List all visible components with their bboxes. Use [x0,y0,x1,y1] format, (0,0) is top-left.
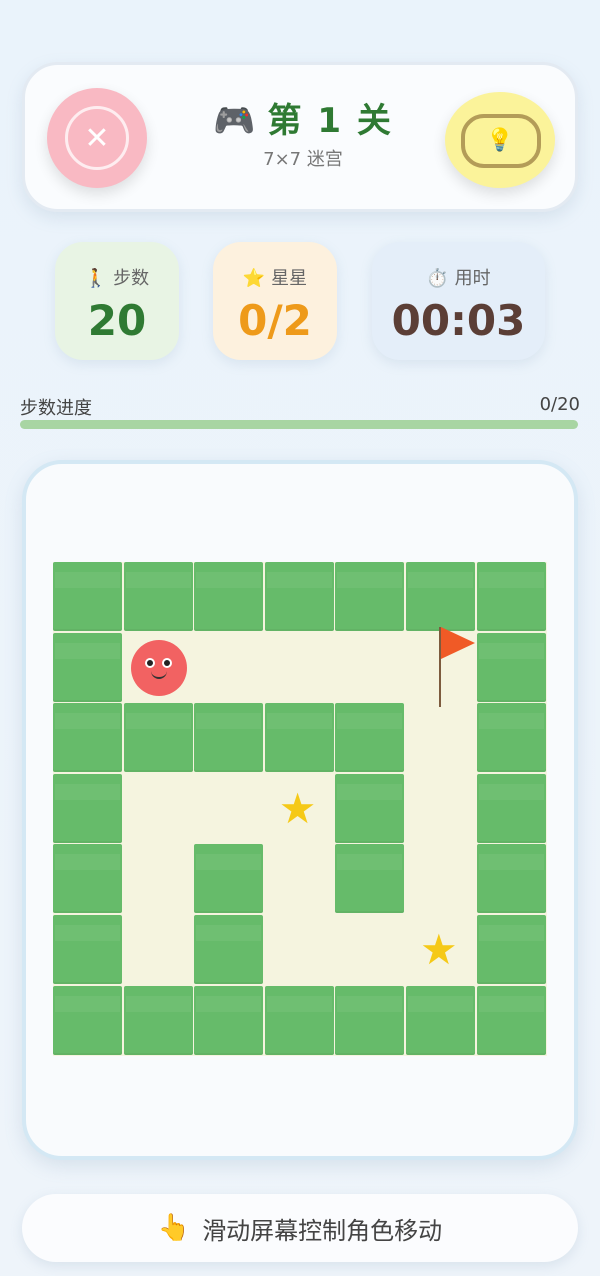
player-eye [161,657,172,668]
progress-count: 0/20 [539,394,580,415]
walking-icon: 🚶 [84,268,108,289]
maze-wall-tile [194,915,264,984]
level-header: ✕ 🎮 第 1 关 7×7 迷宫 💡 [22,62,578,212]
hint-button[interactable]: 💡 [445,92,555,188]
maze-wall-tile [53,844,122,914]
maze-size-subtitle: 7×7 迷宫 [263,149,343,170]
maze-wall-tile [53,632,122,702]
maze-wall-tile [476,632,546,702]
steps-label: 步数 [113,268,150,289]
star-collectible: ★ [420,925,458,974]
maze-wall-tile [264,985,334,1055]
maze-wall-tile [476,844,546,914]
title-block: 🎮 第 1 关 7×7 迷宫 [165,101,441,171]
maze-wall-tile [406,562,475,631]
swipe-hint-text: 滑动屏幕控制角色移动 [202,1216,443,1245]
swipe-hint-bar: 👆 滑动屏幕控制角色移动 [22,1194,578,1262]
maze-grid[interactable]: ★ ★ [53,562,547,1056]
maze-wall-tile [123,703,193,773]
lightbulb-icon: 💡 [486,127,514,153]
steps-value: 20 [87,296,147,345]
maze-wall-tile [406,985,475,1055]
pointing-hand-icon: 👆 [157,1213,191,1243]
maze-wall-tile [476,985,546,1055]
maze-wall-tile [335,985,405,1055]
time-value: 00:03 [391,296,526,345]
player-mouth [150,671,167,679]
gamepad-icon: 🎮 [213,101,256,141]
maze-wall-tile [476,915,546,984]
maze-wall-tile [53,773,122,843]
progress-bar [20,420,578,429]
stars-value: 0/2 [238,296,312,345]
goal-flag-icon [441,626,475,659]
time-label: 用时 [454,268,491,289]
maze-wall-tile [53,985,122,1055]
maze-wall-tile [123,985,193,1055]
maze-wall-tile [53,915,122,984]
steps-label-row: 🚶 步数 [55,264,179,290]
player-character [130,639,187,696]
maze-wall-tile [335,562,405,631]
maze-wall-tile [53,562,122,631]
maze-wall-tile [194,985,264,1055]
maze-wall-tile [335,703,405,773]
steps-stat-card: 🚶 步数 20 [55,242,179,360]
maze-wall-tile [476,773,546,843]
close-button[interactable]: ✕ [47,88,147,188]
close-icon: ✕ [84,120,110,156]
stars-label-row: ⭐ 星星 [213,264,337,290]
star-icon: ⭐ [242,268,266,289]
maze-wall-tile [476,703,546,773]
maze-wall-tile [264,562,334,631]
maze-wall-tile [123,562,193,631]
maze-wall-tile [194,562,264,631]
star-collectible: ★ [278,783,317,833]
maze-wall-tile [335,773,405,843]
progress-label: 步数进度 [20,398,92,419]
maze-wall-tile [335,844,405,914]
time-stat-card: ⏱️ 用时 00:03 [372,242,545,360]
stars-label: 星星 [271,268,308,289]
maze-wall-tile [264,703,334,773]
player-eye [144,657,155,668]
maze-wall-tile [476,562,546,631]
maze-wall-tile [53,703,122,773]
maze-wall-tile [194,703,264,773]
stars-stat-card: ⭐ 星星 0/2 [213,242,337,360]
time-label-row: ⏱️ 用时 [372,264,545,290]
stopwatch-icon: ⏱️ [426,268,449,289]
level-title: 第 1 关 [267,101,393,141]
maze-wall-tile [194,844,264,914]
